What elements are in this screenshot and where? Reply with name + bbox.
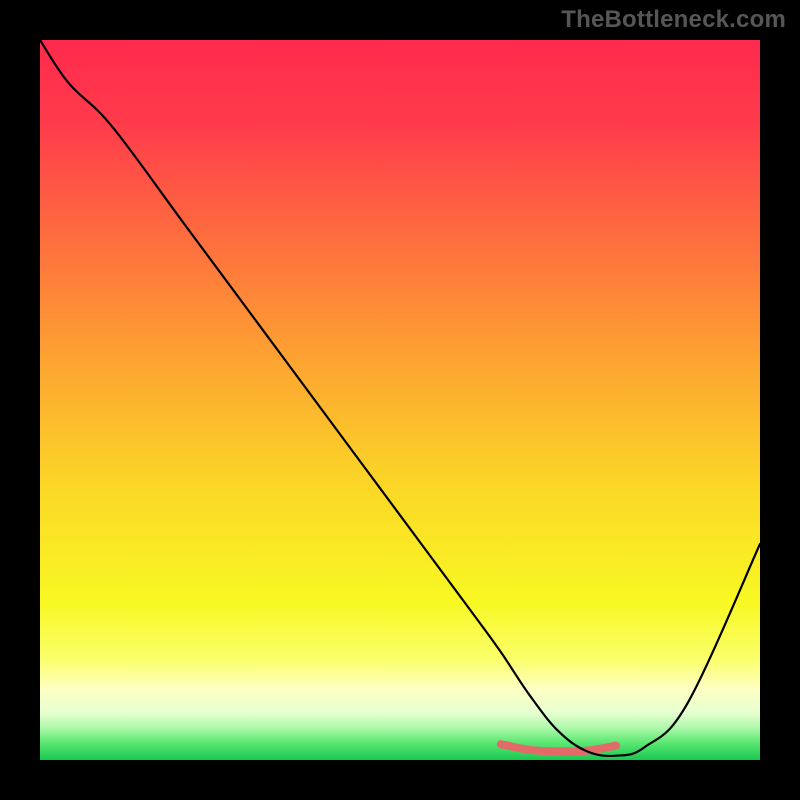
plot-area (40, 40, 760, 760)
chart-frame: TheBottleneck.com (0, 0, 800, 800)
watermark-text: TheBottleneck.com (561, 6, 786, 34)
bottleneck-curve (40, 40, 760, 760)
